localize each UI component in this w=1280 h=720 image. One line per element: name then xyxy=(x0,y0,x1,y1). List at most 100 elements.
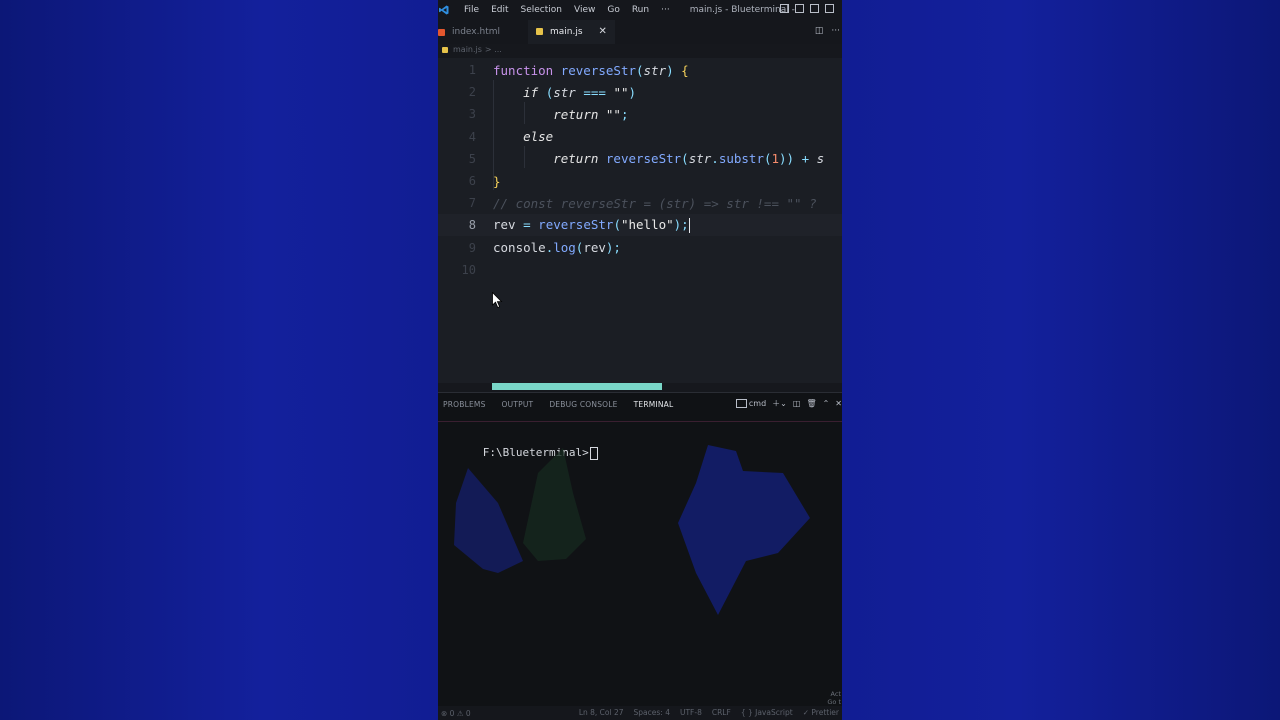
more-actions-icon[interactable]: ··· xyxy=(831,26,840,36)
vscode-logo-icon xyxy=(438,4,450,16)
terminal-shell-selector[interactable]: cmd xyxy=(735,399,766,408)
split-editor-icon[interactable]: ◫ xyxy=(815,26,824,36)
code-text: rev = reverseStr("hello"); xyxy=(493,217,690,234)
code-line[interactable]: 5 return reverseStr(str.substr(1)) + s xyxy=(438,148,842,170)
code-line[interactable]: 9 console.log(rev); xyxy=(438,237,842,259)
line-number: 4 xyxy=(468,129,476,144)
tab-output[interactable]: OUTPUT xyxy=(494,400,542,409)
new-terminal-icon[interactable]: ＋⌄ xyxy=(772,398,787,409)
end-of-line[interactable]: CRLF xyxy=(712,708,731,717)
code-token: // const reverseStr = (str) => str !== "… xyxy=(493,195,825,211)
code-text: else xyxy=(493,129,553,144)
code-token: else xyxy=(523,129,554,145)
code-token: s xyxy=(816,151,825,167)
code-token: ); xyxy=(605,240,621,256)
chevron-up-icon[interactable]: ⌃ xyxy=(823,399,830,408)
code-token: ( xyxy=(763,151,772,167)
line-number: 8 xyxy=(468,218,476,233)
close-panel-icon[interactable]: ✕ xyxy=(835,399,842,408)
tab-terminal[interactable]: TERMINAL xyxy=(626,400,682,409)
tab-label: index.html xyxy=(452,27,500,37)
horizontal-scrollbar[interactable] xyxy=(492,383,662,390)
menu-run[interactable]: Run xyxy=(626,5,655,15)
line-number: 6 xyxy=(468,174,476,188)
toggle-secondary-sidebar-icon[interactable] xyxy=(810,4,819,13)
code-token: rev xyxy=(583,240,606,256)
menu-file[interactable]: File xyxy=(458,5,485,15)
code-line[interactable]: 1 function reverseStr(str) { xyxy=(438,59,842,81)
line-number: 1 xyxy=(468,63,476,77)
code-token: . xyxy=(711,151,719,167)
language-mode[interactable]: { } JavaScript xyxy=(741,708,793,717)
code-token: ) xyxy=(628,84,637,100)
code-token: ; xyxy=(620,106,629,122)
problems-count[interactable]: ⊗ 0 ⚠ 0 xyxy=(441,709,471,718)
code-token: log xyxy=(553,240,576,256)
toggle-sidebar-icon[interactable] xyxy=(780,4,789,13)
cursor-position[interactable]: Ln 8, Col 27 xyxy=(579,708,624,717)
panel-divider xyxy=(438,421,842,422)
code-line[interactable]: 8 rev = reverseStr("hello"); xyxy=(438,214,842,237)
code-line[interactable]: 10 xyxy=(438,259,842,281)
close-icon[interactable]: ✕ xyxy=(599,26,607,37)
background-right xyxy=(842,0,1280,720)
toggle-panel-icon[interactable] xyxy=(795,4,804,13)
indentation[interactable]: Spaces: 4 xyxy=(634,708,670,717)
menu-selection[interactable]: Selection xyxy=(515,5,568,15)
code-line[interactable]: 4 else xyxy=(438,126,842,148)
tab-actions: ◫ ··· xyxy=(815,26,840,36)
tab-problems[interactable]: PROBLEMS xyxy=(438,400,494,409)
background-left xyxy=(0,0,438,720)
code-token: str xyxy=(643,62,667,78)
code-line[interactable]: 7 // const reverseStr = (str) => str !== … xyxy=(438,192,842,214)
menu-go[interactable]: Go xyxy=(601,5,625,15)
line-number: 2 xyxy=(468,85,476,100)
code-token: ) xyxy=(666,62,682,78)
code-token: reverseStr xyxy=(538,217,614,233)
tab-main-js[interactable]: main.js ✕ xyxy=(527,20,615,44)
code-text: // const reverseStr = (str) => str !== "… xyxy=(493,196,824,211)
breadcrumb: main.js > ... xyxy=(442,45,502,54)
code-token: return xyxy=(553,151,606,167)
editor-tabs: index.html main.js ✕ xyxy=(438,20,842,44)
code-text: if (str === "") xyxy=(493,85,636,100)
breadcrumb-file[interactable]: main.js xyxy=(453,45,482,54)
code-token: = xyxy=(523,217,539,233)
code-text: return ""; xyxy=(493,106,629,122)
bottom-panel: PROBLEMS OUTPUT DEBUG CONSOLE TERMINAL c… xyxy=(438,392,842,707)
code-line[interactable]: 2 if (str === "") xyxy=(438,81,842,103)
code-token: "" xyxy=(605,106,621,122)
code-text: console.log(rev); xyxy=(493,240,621,255)
split-terminal-icon[interactable]: ◫ xyxy=(793,399,801,408)
code-line[interactable]: 3 return ""; xyxy=(438,103,842,125)
code-token: } xyxy=(493,173,501,189)
menu-more[interactable]: ··· xyxy=(655,5,676,15)
html-file-icon xyxy=(438,28,445,36)
code-text: return reverseStr(str.substr(1)) + s xyxy=(493,151,824,166)
code-token: ( xyxy=(636,62,644,78)
code-token: ( xyxy=(613,217,621,233)
menu-view[interactable]: View xyxy=(568,5,601,15)
trash-icon[interactable]: 🗑 xyxy=(806,399,816,408)
line-number: 5 xyxy=(468,151,476,166)
code-token: )) + xyxy=(779,151,817,167)
code-token: if xyxy=(523,84,546,100)
prettier-status[interactable]: ✓ Prettier xyxy=(803,708,839,717)
tab-debug-console[interactable]: DEBUG CONSOLE xyxy=(541,400,625,409)
code-text: function reverseStr(str) { xyxy=(493,63,689,78)
customize-layout-icon[interactable] xyxy=(825,4,834,13)
tab-index-html[interactable]: index.html xyxy=(438,20,508,44)
code-token: ( xyxy=(681,151,689,167)
code-token: str xyxy=(553,84,584,100)
code-line[interactable]: 6} xyxy=(438,170,842,192)
line-number: 7 xyxy=(468,196,476,211)
menu-edit[interactable]: Edit xyxy=(485,5,514,15)
code-token: return xyxy=(553,106,606,122)
code-token: { xyxy=(681,62,689,78)
code-editor[interactable]: 1 function reverseStr(str) { 2 if (str ===… xyxy=(438,58,842,390)
line-number: 9 xyxy=(468,240,476,255)
encoding[interactable]: UTF-8 xyxy=(680,708,702,717)
